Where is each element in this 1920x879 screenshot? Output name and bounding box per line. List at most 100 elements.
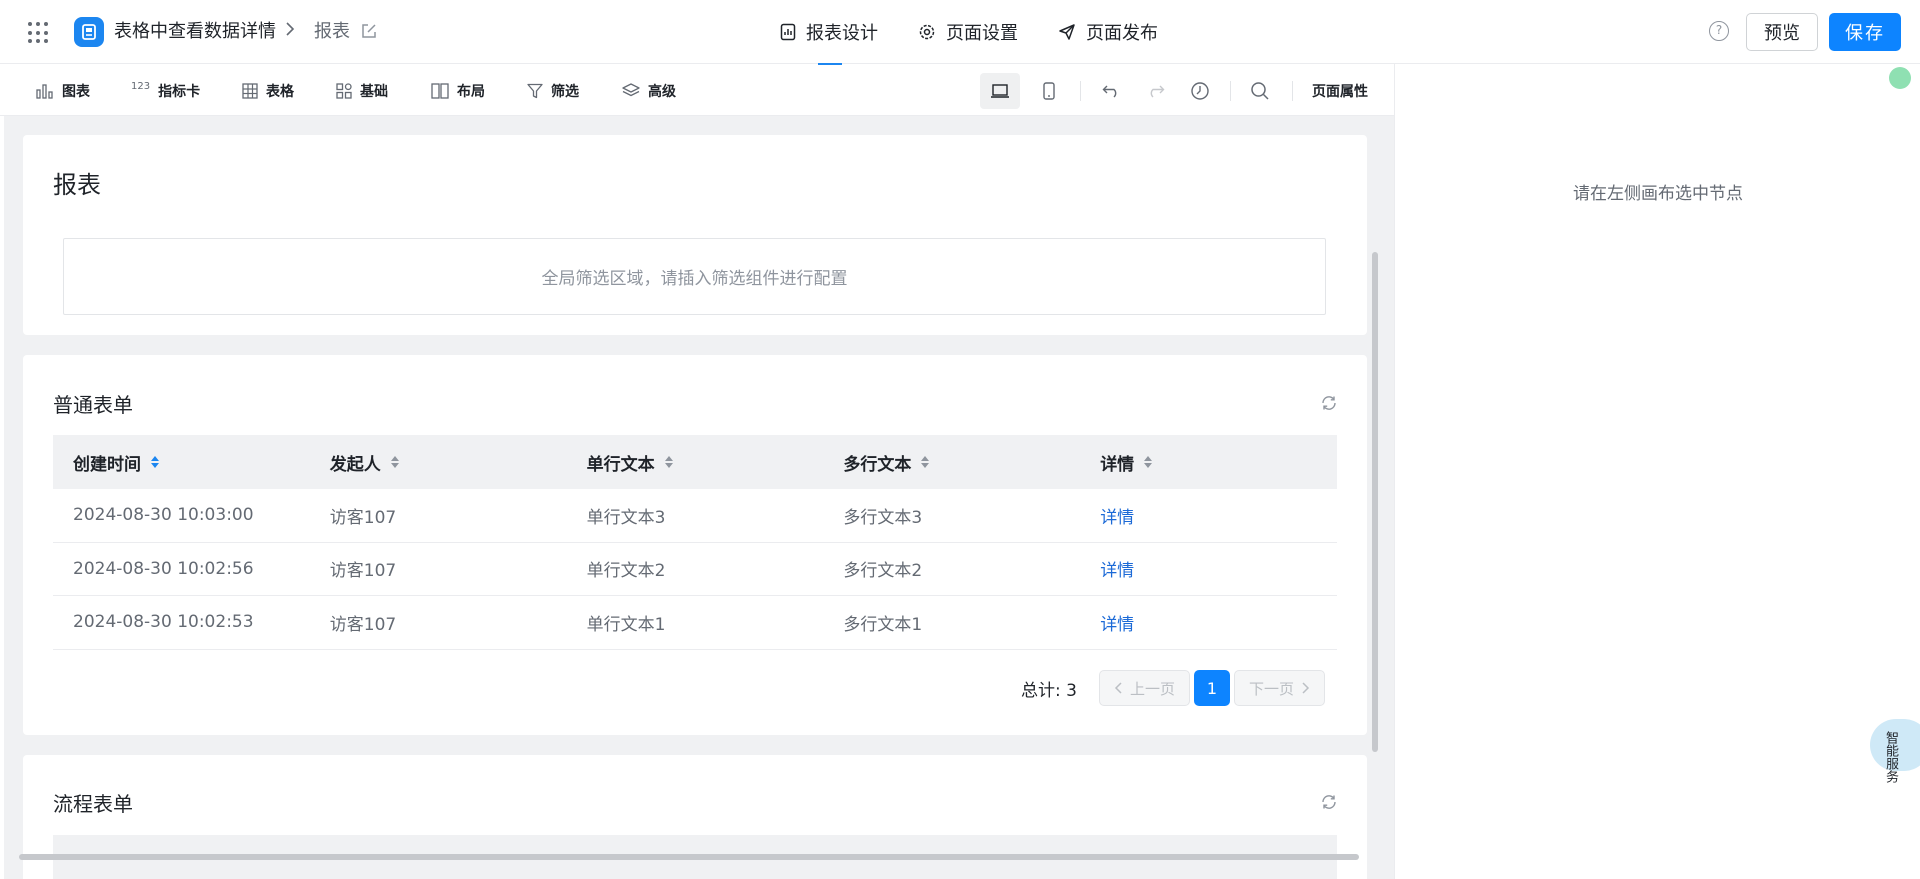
tool-label: 指标卡 — [158, 83, 201, 100]
tool-layout[interactable]: 布局 — [431, 65, 485, 116]
tab-page-settings[interactable]: 页面设置 — [918, 0, 1018, 64]
prev-page-button[interactable]: 上一页 — [1098, 670, 1190, 706]
page-properties-tab[interactable]: 页面属性 — [1312, 65, 1368, 116]
redo-icon — [1150, 85, 1165, 98]
filter-icon — [527, 83, 543, 98]
top-tabs: 报表设计 页面设置 页面发布 — [780, 0, 1198, 65]
component-toolbar: 图表 123 指标卡 表格 基础 布局 筛选 高级 页面属性 — [0, 65, 1394, 116]
refresh-icon[interactable] — [1320, 793, 1338, 811]
cell-initiator: 访客107 — [329, 561, 397, 582]
mobile-view-button[interactable] — [1029, 73, 1069, 109]
toolbar-divider — [1080, 81, 1081, 101]
app-grid-icon[interactable] — [28, 22, 50, 44]
tool-label: 图表 — [62, 83, 90, 100]
search-button[interactable] — [1240, 73, 1280, 109]
column-header-created-time[interactable]: 创建时间 — [53, 450, 310, 475]
tool-filter[interactable]: 筛选 — [527, 65, 579, 116]
vertical-scrollbar[interactable] — [1372, 252, 1378, 752]
tool-advanced[interactable]: 高级 — [622, 65, 676, 116]
gear-icon — [919, 24, 935, 40]
table-row: 2024-08-30 10:02:53 访客107 单行文本1 多行文本1 详情 — [53, 596, 1337, 650]
cell-single-line-text: 单行文本1 — [586, 614, 666, 635]
history-clock-icon — [1191, 82, 1209, 100]
table-icon — [242, 82, 258, 99]
tool-table[interactable]: 表格 — [242, 65, 294, 116]
tool-label: 表格 — [266, 83, 294, 100]
tab-label: 报表设计 — [806, 23, 878, 44]
sort-icon[interactable] — [1144, 456, 1153, 468]
cell-initiator: 访客107 — [329, 507, 397, 528]
chevron-right-icon — [285, 20, 295, 44]
preview-button[interactable]: 预览 — [1746, 13, 1818, 51]
report-title: 报表 — [53, 171, 101, 199]
table-header-row: 创建时间 发起人 单行文本 多行文本 详情 — [53, 435, 1337, 489]
chevron-right-icon — [1302, 682, 1310, 694]
tool-metric-card[interactable]: 123 指标卡 — [131, 65, 200, 116]
pager-total: 总计: 3 — [1021, 680, 1077, 701]
report-design-icon — [780, 23, 796, 41]
data-table: 创建时间 发起人 单行文本 多行文本 详情 2024-08-30 10:03:0… — [53, 435, 1337, 650]
details-link[interactable]: 详情 — [1080, 556, 1337, 581]
filter-placeholder: 全局筛选区域，请插入筛选组件进行配置 — [541, 269, 848, 289]
flow-form-card[interactable]: 流程表单 — [23, 755, 1367, 879]
undo-icon — [1102, 85, 1117, 98]
search-icon — [1251, 82, 1269, 100]
desktop-view-button[interactable] — [980, 73, 1020, 109]
tab-label: 页面发布 — [1086, 23, 1158, 44]
column-header-details[interactable]: 详情 — [1080, 450, 1337, 475]
basic-grid-icon — [336, 82, 352, 99]
next-page-button[interactable]: 下一页 — [1233, 670, 1325, 706]
help-icon[interactable]: ? — [1709, 21, 1729, 41]
details-link[interactable]: 详情 — [1080, 610, 1337, 635]
horizontal-scrollbar[interactable] — [19, 854, 1359, 860]
sort-icon[interactable] — [151, 456, 159, 468]
breadcrumb-page[interactable]: 报表 — [314, 20, 350, 44]
column-header-multi-line-text[interactable]: 多行文本 — [823, 450, 1080, 475]
chevron-left-icon — [1114, 682, 1122, 694]
cell-single-line-text: 单行文本2 — [586, 561, 666, 582]
column-header-single-line-text[interactable]: 单行文本 — [567, 450, 824, 475]
redo-button[interactable] — [1135, 73, 1175, 109]
design-canvas[interactable]: 报表 全局筛选区域，请插入筛选组件进行配置 普通表单 创建时间 发起人 单行文本 — [4, 116, 1394, 879]
cell-created-time: 2024-08-30 10:03:00 — [73, 505, 254, 526]
tab-page-publish[interactable]: 页面发布 — [1058, 0, 1158, 64]
table-row: 2024-08-30 10:03:00 访客107 单行文本3 多行文本3 详情 — [53, 489, 1337, 543]
report-header-card[interactable]: 报表 全局筛选区域，请插入筛选组件进行配置 — [23, 135, 1367, 335]
sort-icon[interactable] — [390, 456, 399, 468]
undo-button[interactable] — [1092, 73, 1132, 109]
tool-label: 高级 — [648, 83, 676, 100]
bar-chart-icon — [36, 83, 53, 99]
history-button[interactable] — [1180, 73, 1220, 109]
laptop-icon — [991, 84, 1009, 98]
tool-label: 基础 — [360, 83, 388, 100]
cell-single-line-text: 单行文本3 — [586, 507, 666, 528]
table-row: 2024-08-30 10:02:56 访客107 单行文本2 多行文本2 详情 — [53, 543, 1337, 596]
details-link[interactable]: 详情 — [1080, 503, 1337, 528]
assistant-label: 智能服务 — [1883, 731, 1898, 783]
tab-report-design[interactable]: 报表设计 — [780, 0, 878, 65]
cell-multi-line-text: 多行文本1 — [843, 614, 923, 635]
properties-panel: 请在左侧画布选中节点 — [1394, 64, 1920, 879]
column-header-initiator[interactable]: 发起人 — [310, 450, 567, 475]
toolbar-divider — [1292, 81, 1293, 101]
global-filter-area[interactable]: 全局筛选区域，请插入筛选组件进行配置 — [63, 238, 1326, 315]
cell-multi-line-text: 多行文本2 — [843, 561, 923, 582]
sort-icon[interactable] — [664, 456, 673, 468]
table-card-title: 普通表单 — [53, 393, 133, 417]
page-number-button[interactable]: 1 — [1193, 670, 1230, 706]
tool-basic[interactable]: 基础 — [336, 65, 388, 116]
sort-icon[interactable] — [921, 456, 930, 468]
tool-label: 布局 — [457, 83, 485, 100]
tool-label: 筛选 — [551, 83, 579, 100]
toolbar-divider — [1230, 81, 1231, 101]
send-icon — [1059, 24, 1075, 40]
tool-chart[interactable]: 图表 — [36, 65, 90, 116]
normal-form-card[interactable]: 普通表单 创建时间 发起人 单行文本 多行文本 详情 2024-08-30 10… — [23, 355, 1367, 735]
refresh-icon[interactable] — [1320, 394, 1338, 412]
app-name[interactable]: 表格中查看数据详情 — [114, 20, 276, 44]
tab-label: 页面设置 — [946, 23, 1018, 44]
save-button[interactable]: 保存 — [1829, 13, 1901, 51]
top-header: 表格中查看数据详情 报表 报表设计 页面设置 页面发布 ? 预览 保存 — [0, 0, 1920, 65]
edit-icon[interactable] — [360, 22, 378, 40]
app-logo-icon — [74, 17, 104, 47]
